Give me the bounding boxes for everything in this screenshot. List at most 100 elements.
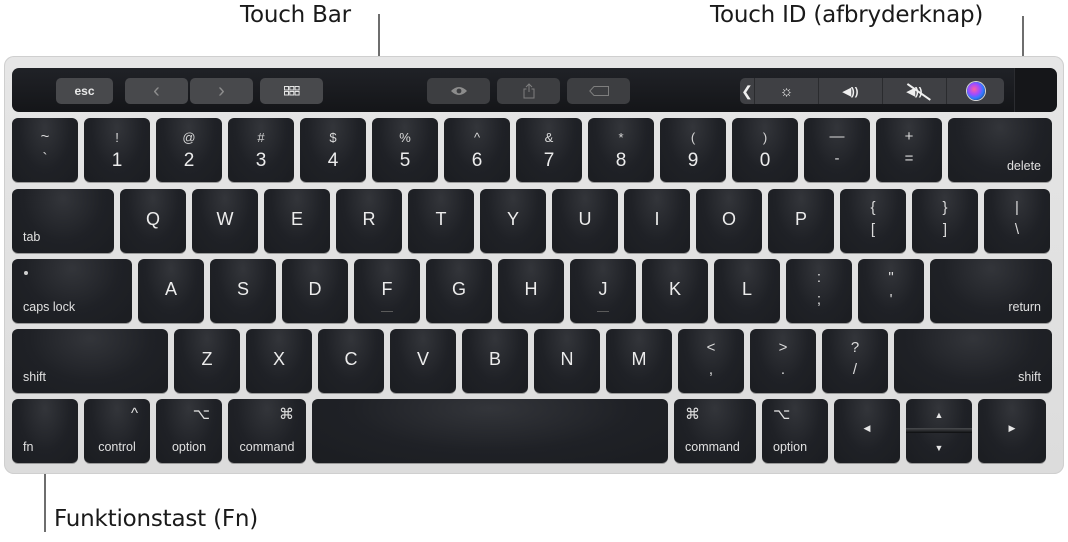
key-3[interactable]: #3 [228, 118, 294, 182]
key-key[interactable]: ? / [822, 329, 888, 393]
key-n[interactable]: N [534, 329, 600, 393]
command-key[interactable]: ⌘ command [674, 399, 756, 463]
key-q[interactable]: Q [120, 189, 186, 253]
key-h[interactable]: H [498, 259, 564, 323]
key-4[interactable]: $4 [300, 118, 366, 182]
volume-button[interactable]: ◀)) [819, 78, 882, 104]
key-m[interactable]: M [606, 329, 672, 393]
key-letter: S [236, 279, 249, 299]
key-e[interactable]: E [264, 189, 330, 253]
key-symbol: 3 [255, 150, 267, 171]
key-b[interactable]: B [462, 329, 528, 393]
left-arrow-key[interactable]: ◀ [834, 399, 900, 463]
key-symbol: 8 [615, 150, 627, 171]
key-letter: Q [145, 209, 160, 229]
key-8[interactable]: * 8 [588, 118, 654, 182]
up-down-arrow-key[interactable]: ▲ ▼ [906, 399, 972, 463]
space-bar[interactable] [312, 399, 668, 463]
caps-lock-key[interactable]: caps lock [12, 259, 132, 323]
key-1[interactable]: ! 1 [84, 118, 150, 182]
key-s[interactable]: S [210, 259, 276, 323]
key-7[interactable]: & 7 [516, 118, 582, 182]
brightness-button[interactable]: ☼ [755, 78, 818, 104]
key-f[interactable]: F [354, 259, 420, 323]
key-v[interactable]: V [390, 329, 456, 393]
return-key[interactable]: return [930, 259, 1052, 323]
touch-bar-back-button[interactable]: ‹ [125, 78, 188, 104]
option-key[interactable]: ⌥ option [762, 399, 828, 463]
key-2[interactable]: @2 [156, 118, 222, 182]
siri-icon [966, 82, 985, 100]
caps-lock-indicator-light [24, 271, 28, 275]
key-key[interactable]: ~ ` [12, 118, 78, 182]
key-symbol: ] [942, 221, 948, 238]
key-symbol: 6 [471, 150, 483, 171]
key-key[interactable]: }] [912, 189, 978, 253]
key-key[interactable]: | \ [984, 189, 1050, 253]
home-row-bump [381, 311, 393, 312]
key-symbol: . [780, 361, 786, 378]
app-grid-icon [283, 86, 300, 96]
key-r[interactable]: R [336, 189, 402, 253]
key-9[interactable]: (9 [660, 118, 726, 182]
tab-key[interactable]: tab [12, 189, 114, 253]
delete-key[interactable]: delete [948, 118, 1052, 182]
key-y[interactable]: Y [480, 189, 546, 253]
key-shift-symbol: < [706, 339, 716, 356]
key-letter: P [794, 209, 807, 229]
control-strip-collapse-button[interactable]: ❮ [740, 78, 754, 104]
key-key[interactable]: — - [804, 118, 870, 182]
key-o[interactable]: O [696, 189, 762, 253]
key-d[interactable]: D [282, 259, 348, 323]
key-letter: Z [201, 349, 213, 369]
key-x[interactable]: X [246, 329, 312, 393]
key-key[interactable]: + = [876, 118, 942, 182]
option-key[interactable]: ⌥ option [156, 399, 222, 463]
key-t[interactable]: T [408, 189, 474, 253]
touch-bar-tag-button[interactable] [567, 78, 630, 104]
key-i[interactable]: I [624, 189, 690, 253]
key-key[interactable]: :; [786, 259, 852, 323]
fn-key[interactable]: fn [12, 399, 78, 463]
brightness-icon: ☼ [779, 82, 794, 100]
key-shift-symbol: ? [850, 339, 860, 356]
key-p[interactable]: P [768, 189, 834, 253]
command-key[interactable]: ⌘ command [228, 399, 306, 463]
right-arrow-key[interactable]: ▶ [978, 399, 1046, 463]
key-z[interactable]: Z [174, 329, 240, 393]
key-w[interactable]: W [192, 189, 258, 253]
control-key[interactable]: ^ control [84, 399, 150, 463]
touch-bar-forward-button[interactable]: › [190, 78, 253, 104]
key-l[interactable]: L [714, 259, 780, 323]
home-row-bump [597, 311, 609, 312]
shift-key[interactable]: shift [894, 329, 1052, 393]
key-letter: W [216, 209, 234, 229]
key-5[interactable]: % 5 [372, 118, 438, 182]
key-k[interactable]: K [642, 259, 708, 323]
key-6[interactable]: ^ 6 [444, 118, 510, 182]
key-0[interactable]: ) 0 [732, 118, 798, 182]
touch-id-power-button[interactable] [1014, 68, 1057, 112]
touch-bar-share-button[interactable] [497, 78, 560, 104]
key-shift-symbol: { [870, 199, 876, 216]
touch-bar-grid-button[interactable] [260, 78, 323, 104]
key-key[interactable]: {[ [840, 189, 906, 253]
key-j[interactable]: J [570, 259, 636, 323]
siri-button[interactable] [947, 78, 1004, 104]
key-shift-symbol: & [544, 130, 554, 145]
touch-bar-quick-look-button[interactable] [427, 78, 490, 104]
key-key[interactable]: >. [750, 329, 816, 393]
key-u[interactable]: U [552, 189, 618, 253]
mute-button[interactable]: ◀)) [883, 78, 946, 104]
shift-key[interactable]: shift [12, 329, 168, 393]
key-key[interactable]: <, [678, 329, 744, 393]
key-label: return [1008, 300, 1041, 314]
option-icon: ⌥ [773, 406, 791, 423]
touch-bar-esc-button[interactable]: esc [56, 78, 113, 104]
key-symbol: / [852, 361, 858, 378]
key-a[interactable]: A [138, 259, 204, 323]
key-key[interactable]: " ' [858, 259, 924, 323]
key-c[interactable]: C [318, 329, 384, 393]
key-g[interactable]: G [426, 259, 492, 323]
key-symbol: 1 [111, 150, 123, 171]
